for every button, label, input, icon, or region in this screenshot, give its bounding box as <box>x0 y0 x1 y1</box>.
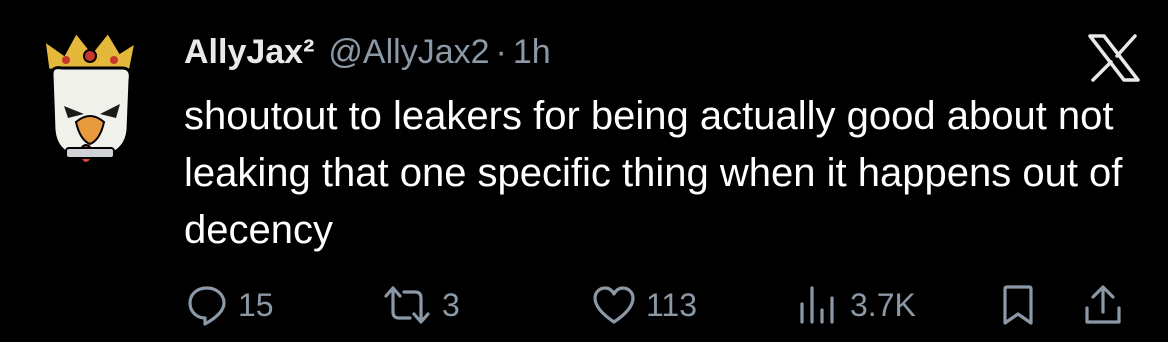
bookmark-icon <box>1003 285 1033 325</box>
repost-button[interactable]: 3 <box>382 282 460 328</box>
reply-icon <box>188 286 226 326</box>
reply-count: 15 <box>238 286 274 323</box>
repost-icon <box>384 286 430 324</box>
view-count: 3.7K <box>850 286 916 323</box>
author-handle[interactable]: @AllyJax2 <box>328 33 489 72</box>
action-bar: 15 3 113 3.7K <box>186 282 1146 328</box>
tweet-text: shoutout to leakers for being actually g… <box>184 94 1123 252</box>
separator-dot: · <box>495 33 507 71</box>
avatar-image <box>42 29 139 164</box>
avatar[interactable] <box>42 29 139 170</box>
share-button[interactable] <box>1082 282 1124 328</box>
x-logo-icon <box>1088 34 1140 82</box>
share-icon <box>1085 285 1121 324</box>
views-button[interactable]: 3.7K <box>796 282 916 328</box>
like-button[interactable]: 113 <box>592 282 697 328</box>
repost-count: 3 <box>442 286 460 323</box>
tweet-timestamp[interactable]: 1h <box>513 33 551 72</box>
tweet-header: AllyJax² @AllyJax2 · 1h <box>184 33 551 81</box>
bookmark-button[interactable] <box>998 282 1038 328</box>
reply-button[interactable]: 15 <box>186 282 274 328</box>
like-count: 113 <box>646 286 698 323</box>
like-icon <box>593 286 635 324</box>
views-icon <box>800 286 834 324</box>
author-name[interactable]: AllyJax² <box>184 33 314 72</box>
